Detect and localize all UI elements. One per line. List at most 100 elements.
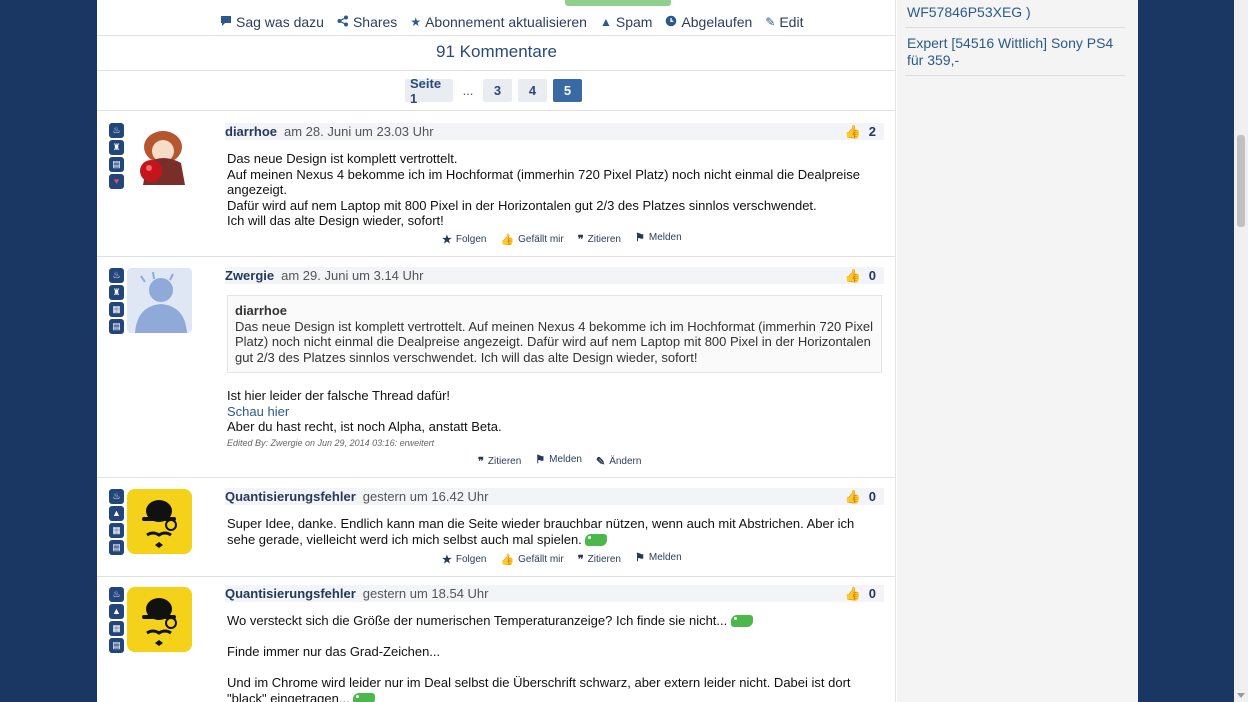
warning-icon: ▲ bbox=[599, 15, 612, 29]
calendar-badge-icon: ▤ bbox=[109, 319, 124, 334]
deal-actions-bar: Sag was dazu Shares ★ Abonnement aktuali… bbox=[220, 14, 803, 30]
comment-header: Zwergie am 29. Juni um 3.14 Uhr 👍 0 bbox=[225, 267, 884, 284]
trophy-badge-icon: ♜ bbox=[109, 140, 124, 155]
comment-date: gestern um 16.42 Uhr bbox=[362, 489, 489, 504]
quote-icon: ❞ bbox=[577, 234, 584, 246]
report-button[interactable]: ⚑ Melden bbox=[635, 549, 682, 566]
comment: ♨ ▲ ▦ ▤ Quantisierungsfehler gestern um … bbox=[97, 577, 896, 702]
flame-badge-icon: ♨ bbox=[109, 489, 124, 504]
edited-note: Edited By: Zwergie on Jun 29, 2014 03:16… bbox=[227, 438, 435, 448]
subscribe-button[interactable]: ★ Abonnement aktualisieren bbox=[410, 14, 587, 30]
like-button[interactable]: 👍 Gefällt mir bbox=[500, 233, 563, 246]
username[interactable]: diarrhoe bbox=[225, 124, 277, 139]
comment: ♨ ▲ ▦ ▤ Quantisierungsfehler gestern um … bbox=[97, 478, 896, 577]
car-badge-icon: ▦ bbox=[109, 302, 124, 317]
quote-button[interactable]: ❞ Zitieren bbox=[478, 455, 521, 468]
speech-icon bbox=[220, 15, 232, 29]
page-first-button[interactable]: Seite 1 bbox=[405, 76, 453, 106]
comment-actions: ❞ Zitieren ⚑ Melden ✎ Ändern bbox=[478, 454, 641, 468]
say-something-button[interactable]: Sag was dazu bbox=[220, 14, 324, 30]
comment: ♨ ♜ ▤ ♥ diarrhoe am 28. Juni um 23.03 Uh… bbox=[97, 111, 896, 257]
expired-button[interactable]: Abgelaufen bbox=[665, 14, 752, 30]
follow-button[interactable]: ★ Folgen bbox=[442, 233, 486, 246]
sidebar-deal-link[interactable]: WF57846P53XEG ) bbox=[907, 4, 1126, 21]
follow-label: Folgen bbox=[455, 554, 487, 565]
edit-button[interactable]: ✎ Edit bbox=[765, 14, 803, 30]
edit-comment-button[interactable]: ✎ Ändern bbox=[596, 455, 641, 468]
clock-icon bbox=[665, 15, 677, 29]
quote-label: Zitieren bbox=[587, 554, 621, 565]
shares-button[interactable]: Shares bbox=[337, 14, 397, 30]
shares-label: Shares bbox=[352, 14, 398, 30]
like-count: 👍 0 bbox=[845, 586, 876, 602]
comment-line: Ich will das alte Design wieder, sofort! bbox=[227, 213, 444, 229]
sidebar-deal-link[interactable]: Expert [54516 Wittlich] Sony PS4 für 359… bbox=[907, 35, 1126, 69]
say-something-label: Sag was dazu bbox=[236, 14, 324, 30]
crocodile-emoji-icon bbox=[585, 533, 608, 546]
spam-button[interactable]: ▲ Spam bbox=[600, 14, 652, 30]
expired-label: Abgelaufen bbox=[681, 14, 753, 30]
thumbs-up-icon: 👍 bbox=[844, 585, 861, 601]
comment-body: Super Idee, danke. Endlich kann man die … bbox=[227, 516, 867, 547]
quote-text: Das neue Design ist komplett vertrottelt… bbox=[235, 318, 873, 365]
avatar[interactable] bbox=[127, 268, 192, 333]
avatar[interactable] bbox=[127, 587, 192, 652]
avatar[interactable] bbox=[127, 123, 192, 188]
comment-actions: ★ Folgen 👍 Gefällt mir ❞ Zitieren ⚑ Melden bbox=[442, 552, 682, 566]
like-count: 👍 0 bbox=[845, 489, 876, 505]
flame-badge-icon: ♨ bbox=[109, 587, 124, 602]
car-badge-icon: ▦ bbox=[109, 621, 124, 636]
look-here-link[interactable]: Schau hier bbox=[227, 404, 867, 420]
page: Sag was dazu Shares ★ Abonnement aktuali… bbox=[97, 0, 1138, 702]
vote-indicator bbox=[565, 0, 671, 6]
trophy-badge-icon: ♜ bbox=[109, 285, 124, 300]
comment-line: Aber du hast recht, ist noch Alpha, anst… bbox=[227, 419, 502, 435]
crocodile-emoji-icon bbox=[353, 692, 376, 702]
like-button[interactable]: 👍 Gefällt mir bbox=[500, 553, 563, 566]
quote-button[interactable]: ❞ Zitieren bbox=[578, 233, 621, 246]
like-count: 👍 0 bbox=[845, 268, 876, 284]
pencil-icon: ✎ bbox=[595, 456, 606, 468]
flame-badge-icon: ♨ bbox=[109, 268, 124, 283]
like-label: Gefällt mir bbox=[518, 234, 564, 245]
scroll-down-arrow-icon[interactable] bbox=[1237, 693, 1245, 698]
star-icon: ★ bbox=[442, 554, 452, 566]
thumbs-up-icon: 👍 bbox=[844, 123, 861, 139]
quote-button[interactable]: ❞ Zitieren bbox=[578, 553, 621, 566]
page-3-button[interactable]: 3 bbox=[483, 79, 512, 102]
avatar[interactable] bbox=[127, 489, 192, 554]
comment-header: Quantisierungsfehler gestern um 18.54 Uh… bbox=[225, 585, 884, 602]
quote-icon: ❞ bbox=[577, 554, 584, 566]
sidebar: WF57846P53XEG ) Expert [54516 Wittlich] … bbox=[897, 0, 1138, 702]
username[interactable]: Zwergie bbox=[225, 268, 274, 283]
report-label: Melden bbox=[549, 454, 582, 465]
follow-button[interactable]: ★ Folgen bbox=[442, 553, 486, 566]
share-icon bbox=[337, 15, 349, 29]
divider bbox=[905, 75, 1125, 76]
page-5-button[interactable]: 5 bbox=[553, 79, 582, 102]
flag-icon: ⚑ bbox=[635, 552, 645, 564]
edit-comment-label: Ändern bbox=[609, 456, 642, 467]
comment-line: Auf meinen Nexus 4 bekomme ich im Hochfo… bbox=[227, 166, 860, 198]
thumbs-up-icon: 👍 bbox=[844, 488, 861, 504]
username[interactable]: Quantisierungsfehler bbox=[225, 586, 356, 601]
subscribe-label: Abonnement aktualisieren bbox=[425, 14, 587, 30]
comment-line: Das neue Design ist komplett vertrottelt… bbox=[227, 151, 458, 166]
report-label: Melden bbox=[648, 232, 682, 243]
like-count-value: 0 bbox=[868, 268, 876, 283]
page-4-button[interactable]: 4 bbox=[518, 79, 547, 102]
report-button[interactable]: ⚑ Melden bbox=[635, 229, 682, 246]
comment-body: Wo versteckt sich die Größe der numerisc… bbox=[227, 613, 867, 702]
page-ellipsis: ... bbox=[462, 83, 474, 98]
divider bbox=[905, 27, 1125, 28]
report-button[interactable]: ⚑ Melden bbox=[535, 451, 582, 468]
scrollbar[interactable] bbox=[1234, 0, 1248, 702]
comment-header: diarrhoe am 28. Juni um 23.03 Uhr 👍 2 bbox=[225, 123, 884, 140]
pagination: Seite 1 ... 3 4 5 bbox=[405, 76, 582, 106]
comment: ♨ ♜ ▦ ▤ Zwergie am 29. Juni um 3.14 Uhr … bbox=[97, 257, 896, 478]
username[interactable]: Quantisierungsfehler bbox=[225, 489, 356, 504]
like-count: 👍 2 bbox=[845, 124, 876, 140]
megaphone-badge-icon: ▲ bbox=[109, 604, 124, 619]
scrollbar-thumb[interactable] bbox=[1237, 135, 1245, 227]
thumbs-up-icon: 👍 bbox=[844, 267, 861, 283]
